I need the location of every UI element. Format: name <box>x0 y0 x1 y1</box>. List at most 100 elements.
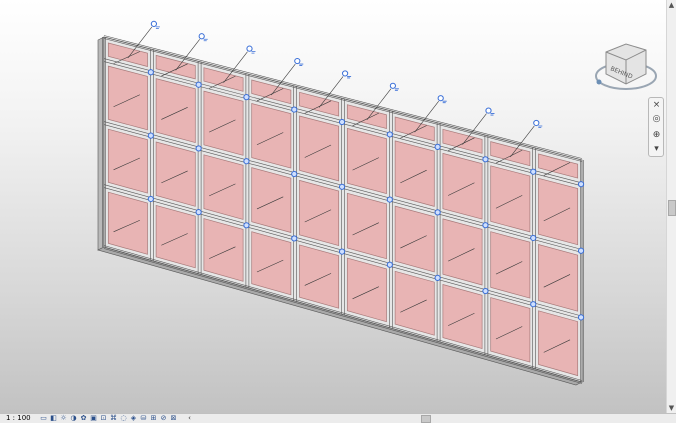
reveal-hidden-icon[interactable]: ◌ <box>120 415 127 422</box>
viewcube-home-icon[interactable] <box>596 79 602 85</box>
tag-symbol-icon[interactable] <box>342 70 349 77</box>
curtain-panel[interactable] <box>538 310 579 377</box>
grid-control-point[interactable] <box>195 145 202 152</box>
grid-control-point[interactable] <box>530 168 537 175</box>
horizontal-scroll-thumb[interactable] <box>421 415 431 423</box>
grid-control-point[interactable] <box>195 209 202 216</box>
close-navbar-icon[interactable]: × <box>651 100 662 111</box>
curtain-panel[interactable] <box>203 154 244 220</box>
scroll-up-icon[interactable]: ▲ <box>667 0 676 10</box>
curtain-panel[interactable] <box>490 165 531 233</box>
highlight-displacement-icon[interactable]: ⊘ <box>160 415 167 422</box>
tag-symbol-icon[interactable] <box>246 45 253 52</box>
curtain-panel[interactable] <box>490 231 531 299</box>
grid-control-point[interactable] <box>243 222 250 229</box>
curtain-panel[interactable] <box>251 167 292 233</box>
show-crop-icon[interactable]: ⊡ <box>100 415 107 422</box>
tag-symbol-tail <box>347 76 352 79</box>
curtain-panel[interactable] <box>346 257 387 323</box>
curtain-panel[interactable] <box>442 284 483 350</box>
steering-wheel-icon[interactable]: ◎ <box>651 114 662 125</box>
render-icon[interactable]: ✿ <box>80 415 87 422</box>
crop-view-icon[interactable]: ▣ <box>90 415 97 422</box>
viewcube[interactable]: BEHIND <box>590 30 660 100</box>
curtain-panel[interactable] <box>394 140 435 207</box>
curtain-panel[interactable] <box>299 115 340 182</box>
grid-control-point[interactable] <box>386 196 393 203</box>
grid-control-point[interactable] <box>386 261 393 268</box>
horizontal-scrollbar[interactable] <box>196 414 666 423</box>
grid-control-point[interactable] <box>338 248 346 255</box>
temporary-hide-icon[interactable]: ⌘ <box>110 415 117 422</box>
analytical-model-icon[interactable]: ⊞ <box>150 415 157 422</box>
chevron-down-icon[interactable]: ▾ <box>651 144 662 155</box>
curtain-panel[interactable] <box>490 297 531 363</box>
grid-control-point[interactable] <box>577 181 585 188</box>
curtain-panel[interactable] <box>107 65 148 131</box>
scroll-down-icon[interactable]: ▼ <box>667 403 676 413</box>
grid-control-point[interactable] <box>243 158 250 165</box>
curtain-panel[interactable] <box>346 127 387 195</box>
grid-control-point[interactable] <box>338 183 346 190</box>
grid-control-point[interactable] <box>147 132 154 139</box>
curtain-wall-model[interactable] <box>0 0 666 413</box>
grid-control-point[interactable] <box>434 209 441 216</box>
grid-control-point[interactable] <box>195 81 202 88</box>
temporary-view-properties-icon[interactable]: ◈ <box>130 415 137 422</box>
grid-control-point[interactable] <box>291 106 298 113</box>
grid-control-point[interactable] <box>291 170 298 178</box>
grid-control-point[interactable] <box>577 314 585 321</box>
grid-control-point[interactable] <box>291 235 298 242</box>
visual-style-icon[interactable]: ◧ <box>50 415 57 422</box>
grid-control-point[interactable] <box>482 156 489 163</box>
curtain-panel[interactable] <box>203 218 244 282</box>
curtain-panel[interactable] <box>299 244 340 309</box>
curtain-panel[interactable] <box>538 177 579 246</box>
grid-control-point[interactable] <box>434 274 441 282</box>
grid-control-point[interactable] <box>530 234 537 242</box>
tag-symbol-icon[interactable] <box>437 95 444 102</box>
tag-symbol-icon[interactable] <box>150 20 157 27</box>
worksharing-icon[interactable]: ⛁ <box>140 415 147 422</box>
tag-symbol-icon[interactable] <box>294 57 301 65</box>
curtain-panel[interactable] <box>251 103 292 169</box>
shadows-icon[interactable]: ◑ <box>70 415 77 422</box>
curtain-panel[interactable] <box>442 218 483 286</box>
tag-symbol-icon[interactable] <box>485 107 492 114</box>
grid-control-point[interactable] <box>147 195 154 203</box>
grid-control-point[interactable] <box>434 143 441 150</box>
tag-symbol-icon[interactable] <box>533 119 540 127</box>
curtain-panel[interactable] <box>394 205 435 273</box>
curtain-panel[interactable] <box>107 128 148 194</box>
scroll-left-icon[interactable]: ‹ <box>186 415 193 422</box>
curtain-panel[interactable] <box>107 191 148 255</box>
grid-control-point[interactable] <box>147 69 154 76</box>
zoom-icon[interactable]: ⊕ <box>651 130 662 141</box>
curtain-panel[interactable] <box>155 204 196 269</box>
curtain-panel[interactable] <box>155 141 196 207</box>
curtain-panel[interactable] <box>299 179 340 247</box>
view-scale[interactable]: 1 : 100 <box>6 414 31 423</box>
grid-control-point[interactable] <box>482 287 489 295</box>
grid-control-point[interactable] <box>338 118 346 126</box>
3d-viewport[interactable]: BEHIND × ◎ ⊕ ▾ <box>0 0 666 413</box>
curtain-panel[interactable] <box>442 152 483 220</box>
vertical-scroll-thumb[interactable] <box>668 200 676 216</box>
curtain-panel[interactable] <box>155 78 196 144</box>
grid-control-point[interactable] <box>482 222 489 229</box>
curtain-panel[interactable] <box>346 192 387 260</box>
constraints-icon[interactable]: ⊠ <box>170 415 177 422</box>
curtain-panel[interactable] <box>251 231 292 296</box>
tag-symbol-icon[interactable] <box>198 33 205 40</box>
grid-control-point[interactable] <box>243 94 250 101</box>
grid-control-point[interactable] <box>386 131 393 138</box>
grid-control-point[interactable] <box>577 247 585 254</box>
tag-symbol-icon[interactable] <box>389 82 396 89</box>
detail-level-icon[interactable]: ▭ <box>40 415 47 422</box>
sun-path-icon[interactable]: ☼ <box>60 415 67 422</box>
curtain-panel[interactable] <box>394 270 435 336</box>
grid-control-point[interactable] <box>530 301 537 308</box>
curtain-panel[interactable] <box>203 90 244 156</box>
curtain-panel[interactable] <box>538 244 579 312</box>
vertical-scrollbar[interactable]: ▲ ▼ <box>666 0 676 413</box>
